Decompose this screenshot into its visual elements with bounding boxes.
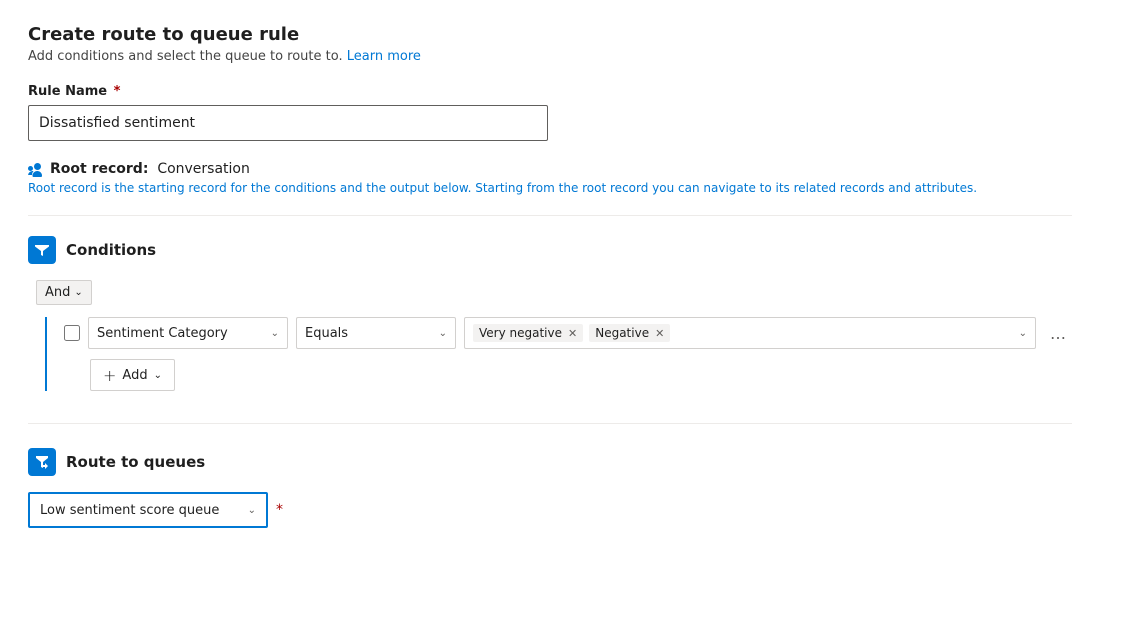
root-record-description: Root record is the starting record for t… [28,181,988,195]
queue-select-value: Low sentiment score queue [40,503,219,518]
queue-select-chevron-icon: ⌄ [248,505,256,516]
conditions-section-title: Conditions [66,241,156,259]
page-container: Create route to queue rule Add condition… [0,0,1100,552]
rule-name-label: Rule Name * [28,84,1072,99]
person-group-icon [28,161,44,177]
tree-content: Sentiment Category ⌄ Equals ⌄ Very negat… [56,317,1072,391]
root-record-value: Conversation [157,161,250,177]
conditions-section-header: Conditions [28,236,1072,264]
values-chevron-icon: ⌄ [1019,328,1027,339]
page-subtitle: Add conditions and select the queue to r… [28,49,1072,64]
equals-operator-select[interactable]: Equals ⌄ [296,317,456,349]
condition-checkbox[interactable] [64,325,80,341]
more-options-button[interactable]: … [1044,319,1072,347]
route-icon [34,454,50,470]
root-record-section: Root record: Conversation Root record is… [28,161,1072,195]
equals-label: Equals [305,326,348,341]
route-section-header: Route to queues [28,448,1072,476]
condition-row: Sentiment Category ⌄ Equals ⌄ Very negat… [64,317,1072,349]
tag-very-negative-label: Very negative [479,326,562,340]
tree-vertical-line [45,317,47,391]
tag-negative-close[interactable]: ✕ [655,328,664,339]
conditions-tree: Sentiment Category ⌄ Equals ⌄ Very negat… [36,317,1072,391]
tag-negative: Negative ✕ [589,324,670,342]
conditions-icon-box [28,236,56,264]
tag-very-negative: Very negative ✕ [473,324,583,342]
rule-name-input[interactable] [28,105,548,141]
and-dropdown[interactable]: And ⌄ [36,280,92,305]
divider-1 [28,215,1072,216]
queue-select-wrapper: Low sentiment score queue ⌄ * [28,492,1072,528]
required-indicator: * [109,84,120,99]
add-chevron-icon: ⌄ [154,370,162,381]
tree-left [36,317,56,391]
and-chevron-icon: ⌄ [74,287,82,298]
learn-more-link[interactable]: Learn more [347,49,421,64]
route-section-content: Low sentiment score queue ⌄ * [28,492,1072,528]
add-condition-button[interactable]: + Add ⌄ [90,359,175,391]
equals-chevron-icon: ⌄ [439,328,447,339]
and-label: And [45,285,70,300]
route-section: Route to queues Low sentiment score queu… [28,448,1072,528]
route-icon-box [28,448,56,476]
sentiment-category-chevron-icon: ⌄ [271,328,279,339]
page-subtitle-text: Add conditions and select the queue to r… [28,49,347,64]
sentiment-category-label: Sentiment Category [97,326,228,341]
sentiment-category-select[interactable]: Sentiment Category ⌄ [88,317,288,349]
root-record-label: Root record: Conversation [50,161,250,177]
queue-required-indicator: * [276,502,283,518]
queue-select[interactable]: Low sentiment score queue ⌄ [28,492,268,528]
tag-negative-label: Negative [595,326,649,340]
conditions-area: Conditions And ⌄ Sentiment Category ⌄ [28,236,1072,391]
conditions-icon [34,242,50,258]
page-title: Create route to queue rule [28,24,1072,45]
add-label: Add [122,368,147,383]
root-record-header: Root record: Conversation [28,161,1072,177]
divider-2 [28,423,1072,424]
route-section-title: Route to queues [66,453,205,471]
add-button-row: + Add ⌄ [90,359,1072,391]
tag-very-negative-close[interactable]: ✕ [568,328,577,339]
add-icon: + [103,366,116,385]
values-multiselect[interactable]: Very negative ✕ Negative ✕ ⌄ [464,317,1036,349]
